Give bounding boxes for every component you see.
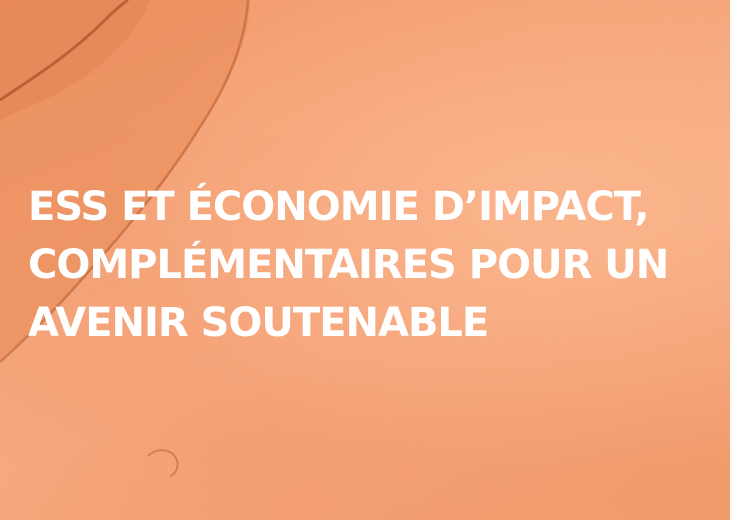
hero-banner: ESS ET ÉCONOMIE D’IMPACT, COMPLÉMENTAIRE… xyxy=(0,0,730,520)
headline-line-3: AVENIR SOUTENABLE xyxy=(28,300,489,346)
headline-line-1: ESS ET ÉCONOMIE D’IMPACT, xyxy=(28,184,650,230)
headline-line-2: COMPLÉMENTAIRES POUR UN xyxy=(28,242,669,288)
headline: ESS ET ÉCONOMIE D’IMPACT, COMPLÉMENTAIRE… xyxy=(28,178,718,352)
